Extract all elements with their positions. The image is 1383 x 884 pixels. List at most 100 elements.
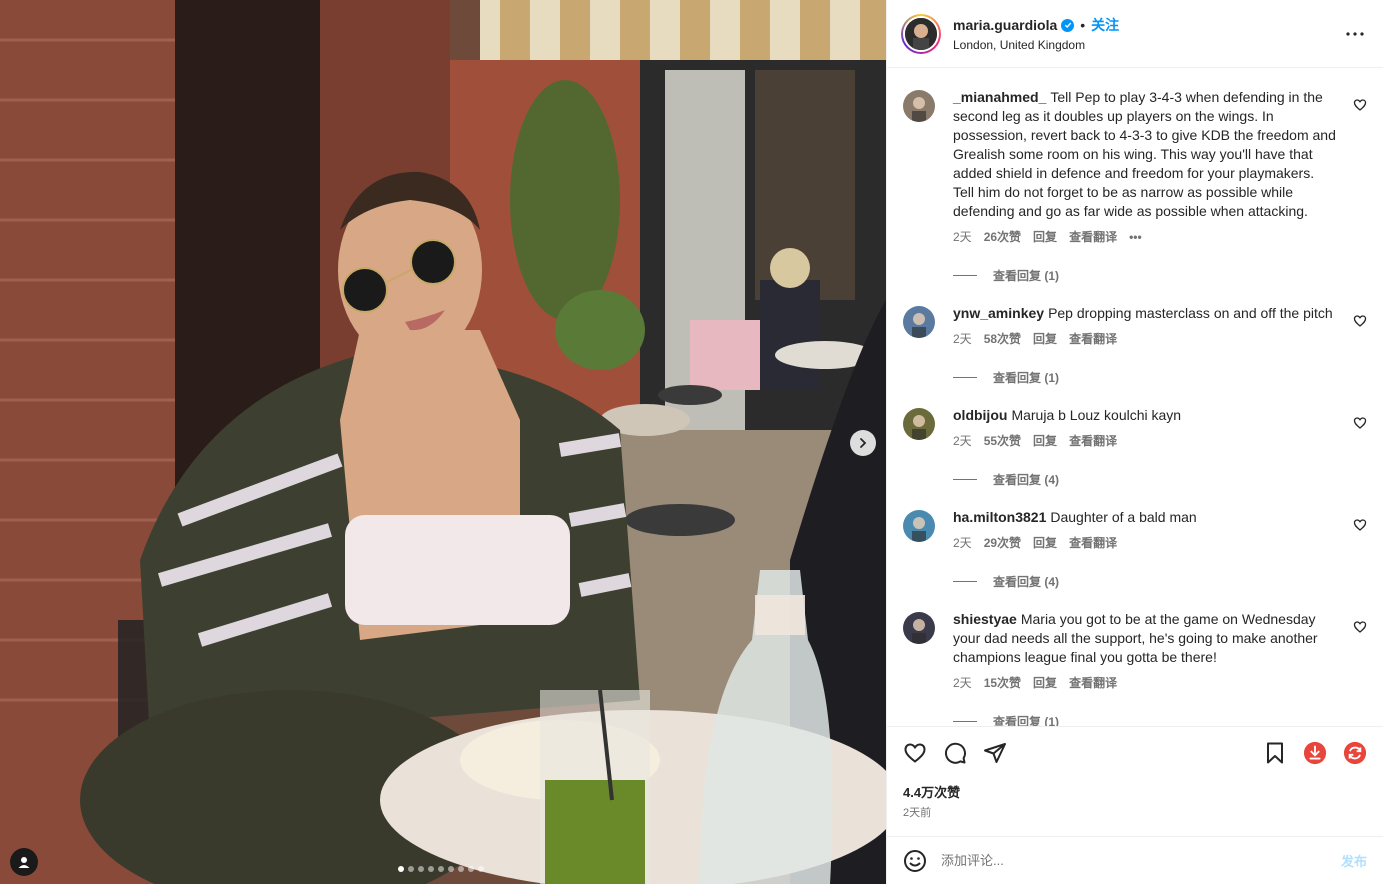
avatar-image <box>903 612 935 644</box>
comment: ha.milton3821 Daughter of a bald man 2天 29次… <box>903 508 1367 551</box>
carousel-dot <box>458 866 464 872</box>
refresh-button[interactable] <box>1343 741 1367 765</box>
commenter-username[interactable]: _mianahmed_ <box>953 89 1046 105</box>
replies-divider <box>953 479 977 480</box>
commenter-username[interactable]: shiestyae <box>953 611 1017 627</box>
commenter-avatar[interactable] <box>903 306 935 338</box>
translate-button[interactable]: 查看翻译 <box>1069 330 1117 347</box>
comment-button[interactable] <box>943 741 967 765</box>
separator: • <box>1080 17 1086 33</box>
comment-likes[interactable]: 15次赞 <box>984 674 1021 691</box>
comment-likes[interactable]: 58次赞 <box>984 330 1021 347</box>
comment-time[interactable]: 2天 <box>953 432 972 449</box>
view-replies-button[interactable]: 查看回复 (1) <box>953 369 1367 386</box>
translate-button[interactable]: 查看翻译 <box>1069 674 1117 691</box>
commenter-avatar[interactable] <box>903 612 935 644</box>
comment-more-button[interactable]: ••• <box>1129 230 1142 244</box>
comment-like-heart-icon[interactable] <box>1353 416 1367 430</box>
header-text: maria.guardiola • 关注 London, United King… <box>953 15 1343 52</box>
author-username[interactable]: maria.guardiola <box>953 17 1057 33</box>
reply-button[interactable]: 回复 <box>1033 228 1057 245</box>
view-replies-button[interactable]: 查看回复 (1) <box>953 267 1367 284</box>
refresh-icon <box>1343 741 1367 764</box>
more-options-button[interactable] <box>1343 22 1367 46</box>
like-count[interactable]: 4.4万次赞 <box>887 778 1383 801</box>
author-avatar[interactable] <box>901 13 941 54</box>
post-location[interactable]: London, United Kingdom <box>953 38 1343 52</box>
carousel-dot <box>428 866 434 872</box>
post-time[interactable]: 2天前 <box>887 801 1383 820</box>
view-replies-button[interactable]: 查看回复 (4) <box>953 471 1367 488</box>
post-comment-button[interactable]: 发布 <box>1341 851 1367 870</box>
photo-image <box>0 0 886 884</box>
commenter-username[interactable]: oldbijou <box>953 407 1007 423</box>
replies-divider <box>953 721 977 722</box>
comment-body: shiestyae Maria you got to be at the game… <box>953 610 1337 691</box>
post-photo[interactable] <box>0 0 886 884</box>
like-button[interactable] <box>903 741 927 765</box>
comment-like-heart-icon[interactable] <box>1353 98 1367 112</box>
next-image-button[interactable] <box>850 430 876 456</box>
comment-thread: ha.milton3821 Daughter of a bald man 2天 29次… <box>903 508 1367 590</box>
reply-button[interactable]: 回复 <box>1033 432 1057 449</box>
avatar-image <box>903 510 935 542</box>
save-button[interactable] <box>1263 741 1287 765</box>
comment-content: Maruja b Louz koulchi kayn <box>1011 407 1182 423</box>
carousel-dot <box>468 866 474 872</box>
comment-thread: oldbijou Maruja b Louz koulchi kayn 2天 55次赞… <box>903 406 1367 488</box>
comment-time[interactable]: 2天 <box>953 330 972 347</box>
view-replies-label: 查看回复 (1) <box>993 715 1060 726</box>
carousel-dot <box>408 866 414 872</box>
translate-button[interactable]: 查看翻译 <box>1069 534 1117 551</box>
commenter-avatar[interactable] <box>903 408 935 440</box>
carousel-dot <box>478 866 484 872</box>
carousel-dot <box>398 866 404 872</box>
reply-button[interactable]: 回复 <box>1033 330 1057 347</box>
translate-button[interactable]: 查看翻译 <box>1069 432 1117 449</box>
comment-time[interactable]: 2天 <box>953 534 972 551</box>
chevron-right-icon <box>860 438 867 448</box>
comment-like-heart-icon[interactable] <box>1353 314 1367 328</box>
commenter-username[interactable]: ha.milton3821 <box>953 509 1046 525</box>
comment: oldbijou Maruja b Louz koulchi kayn 2天 55次赞… <box>903 406 1367 449</box>
comment-input[interactable] <box>941 853 1341 868</box>
comment-body: ha.milton3821 Daughter of a bald man 2天 29次… <box>953 508 1337 551</box>
translate-button[interactable]: 查看翻译 <box>1069 228 1117 245</box>
reply-button[interactable]: 回复 <box>1033 674 1057 691</box>
comment-time[interactable]: 2天 <box>953 228 972 245</box>
user-tag-icon <box>18 857 30 868</box>
comment-content: Daughter of a bald man <box>1050 509 1197 525</box>
comment-like-heart-icon[interactable] <box>1353 620 1367 634</box>
post-sidebar: maria.guardiola • 关注 London, United King… <box>886 0 1383 884</box>
avatar-image <box>905 17 937 50</box>
download-button[interactable] <box>1303 741 1327 765</box>
reply-button[interactable]: 回复 <box>1033 534 1057 551</box>
share-button[interactable] <box>983 741 1007 765</box>
comment-content: Pep dropping masterclass on and off the … <box>1048 305 1333 321</box>
comment-meta: 2天 15次赞 回复 查看翻译 <box>953 674 1337 691</box>
commenter-avatar[interactable] <box>903 510 935 542</box>
comment-icon <box>944 742 966 764</box>
replies-divider <box>953 377 977 378</box>
carousel-dot <box>438 866 444 872</box>
verified-icon <box>1061 18 1075 32</box>
follow-button[interactable]: 关注 <box>1091 15 1119 35</box>
comment-thread: shiestyae Maria you got to be at the game… <box>903 610 1367 726</box>
comment: _mianahmed_ Tell Pep to play 3-4-3 when d… <box>903 88 1367 245</box>
view-replies-button[interactable]: 查看回复 (1) <box>953 713 1367 726</box>
view-replies-button[interactable]: 查看回复 (4) <box>953 573 1367 590</box>
user-tags-button[interactable] <box>10 848 38 876</box>
comment-like-heart-icon[interactable] <box>1353 518 1367 532</box>
commenter-username[interactable]: ynw_aminkey <box>953 305 1044 321</box>
comment-likes[interactable]: 55次赞 <box>984 432 1021 449</box>
comments-list[interactable]: _mianahmed_ Tell Pep to play 3-4-3 when d… <box>887 68 1383 726</box>
comment-thread: _mianahmed_ Tell Pep to play 3-4-3 when d… <box>903 88 1367 284</box>
emoji-icon[interactable] <box>903 849 927 873</box>
comment-time[interactable]: 2天 <box>953 674 972 691</box>
comment-likes[interactable]: 26次赞 <box>984 228 1021 245</box>
comment-likes[interactable]: 29次赞 <box>984 534 1021 551</box>
commenter-avatar[interactable] <box>903 90 935 122</box>
view-replies-label: 查看回复 (1) <box>993 371 1060 385</box>
comment-meta: 2天 29次赞 回复 查看翻译 <box>953 534 1337 551</box>
comment-text: ynw_aminkey Pep dropping masterclass on a… <box>953 304 1337 323</box>
